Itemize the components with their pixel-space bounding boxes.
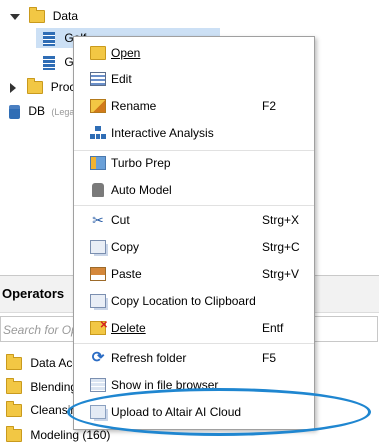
menu-item-turbo-prep[interactable]: Turbo Prep <box>74 151 314 175</box>
menu-item-show-in-file-browser[interactable]: Show in file browser <box>74 373 314 397</box>
scissors-icon: ✂ <box>92 212 104 228</box>
menu-item-label: Cut <box>111 213 130 227</box>
turbo-prep-icon <box>90 156 106 170</box>
menu-item-copy-location[interactable]: Copy Location to Clipboard <box>74 289 314 313</box>
menu-item-label: Copy <box>111 240 140 254</box>
menu-item-label: Show in file browser <box>111 378 219 392</box>
copy-location-icon <box>90 294 106 308</box>
menu-item-interactive-analysis[interactable]: Interactive Analysis <box>74 121 314 145</box>
operator-category-label: Blending <box>30 380 78 394</box>
operator-category-label: Modeling (160) <box>30 428 111 442</box>
menu-item-auto-model[interactable]: Auto Model <box>74 178 314 202</box>
menu-item-label: Open <box>111 46 141 60</box>
menu-item-cut[interactable]: ✂ Cut Strg+X <box>74 208 314 232</box>
network-icon <box>90 126 106 140</box>
folder-icon <box>29 7 46 24</box>
menu-item-label: Edit <box>111 72 132 86</box>
collapse-arrow-icon[interactable] <box>10 82 16 93</box>
copy-icon <box>90 240 106 254</box>
menu-item-label: Paste <box>111 267 142 281</box>
menu-item-label: Copy Location to Clipboard <box>111 294 256 308</box>
menu-item-copy[interactable]: Copy Strg+C <box>74 235 314 259</box>
tree-row-processes[interactable]: Proce <box>10 77 82 97</box>
menu-item-upload-to-cloud[interactable]: Upload to Altair AI Cloud <box>74 400 314 424</box>
menu-separator <box>74 205 314 206</box>
operator-category-label: Cleansin <box>30 403 78 417</box>
menu-item-label: Refresh folder <box>111 351 187 365</box>
menu-item-shortcut: Strg+C <box>262 240 300 254</box>
expand-arrow-icon[interactable] <box>10 13 20 20</box>
edit-grid-icon <box>90 72 106 86</box>
menu-item-delete[interactable]: Delete Entf <box>74 314 314 340</box>
operator-category-cleansing[interactable]: Cleansin <box>6 399 77 421</box>
menu-item-shortcut: Strg+X <box>262 213 300 227</box>
folder-icon <box>6 378 22 395</box>
tree-label-db: DB <box>28 104 46 118</box>
delete-folder-icon <box>90 314 108 338</box>
menu-separator <box>74 343 314 344</box>
menu-item-label: Rename <box>111 99 157 113</box>
menu-item-refresh-folder[interactable]: ⟳ Refresh folder F5 <box>74 346 314 370</box>
folder-icon <box>27 78 44 95</box>
refresh-icon: ⟳ <box>91 349 105 366</box>
menu-item-shortcut: F2 <box>262 99 277 113</box>
operator-category-data-access[interactable]: Data Acc <box>6 352 78 374</box>
menu-item-label: Auto Model <box>111 183 172 197</box>
folder-icon <box>6 426 22 443</box>
dataset-icon <box>43 55 55 70</box>
folder-icon <box>6 354 22 371</box>
menu-item-open[interactable]: Open <box>74 41 314 65</box>
tree-row-db[interactable]: DB (Lega <box>9 101 74 121</box>
operator-category-blending[interactable]: Blending <box>6 376 77 398</box>
dataset-icon <box>43 31 55 46</box>
menu-item-edit[interactable]: Edit <box>74 67 314 91</box>
menu-item-label: Interactive Analysis <box>111 126 214 140</box>
menu-item-label: Delete <box>111 321 146 335</box>
tree-label-data: Data <box>52 9 79 23</box>
menu-item-rename[interactable]: Rename F2 <box>74 94 314 118</box>
file-browser-icon <box>90 378 106 392</box>
paste-icon <box>90 267 106 281</box>
operators-title: Operators <box>2 286 65 301</box>
operator-category-label: Data Acc <box>30 356 79 370</box>
rename-icon <box>90 99 106 113</box>
database-icon <box>9 104 20 119</box>
menu-item-label: Turbo Prep <box>111 156 171 170</box>
tree-row-data[interactable]: Data <box>10 6 78 26</box>
menu-item-paste[interactable]: Paste Strg+V <box>74 262 314 286</box>
tree-label-db-note: (Lega <box>51 107 75 117</box>
context-menu: Open Edit Rename F2 Interactive Analysis… <box>73 36 315 430</box>
upload-cloud-icon <box>90 405 106 419</box>
menu-item-shortcut: Entf <box>262 321 284 335</box>
folder-open-icon <box>90 46 106 60</box>
robot-icon <box>92 183 104 197</box>
menu-item-shortcut: F5 <box>262 351 277 365</box>
folder-icon <box>6 401 22 418</box>
menu-item-shortcut: Strg+V <box>262 267 300 281</box>
menu-item-label: Upload to Altair AI Cloud <box>111 405 242 419</box>
